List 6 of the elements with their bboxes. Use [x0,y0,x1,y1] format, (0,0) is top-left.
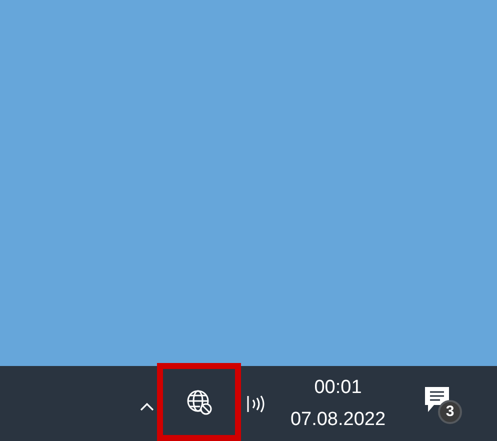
clock[interactable]: 00:01 07.08.2022 [282,376,394,430]
clock-time: 00:01 [314,376,362,398]
notification-badge: 3 [438,400,462,424]
globe-icon[interactable] [186,389,212,415]
clock-date: 07.08.2022 [290,408,386,430]
chevron-up-icon[interactable] [140,402,154,411]
